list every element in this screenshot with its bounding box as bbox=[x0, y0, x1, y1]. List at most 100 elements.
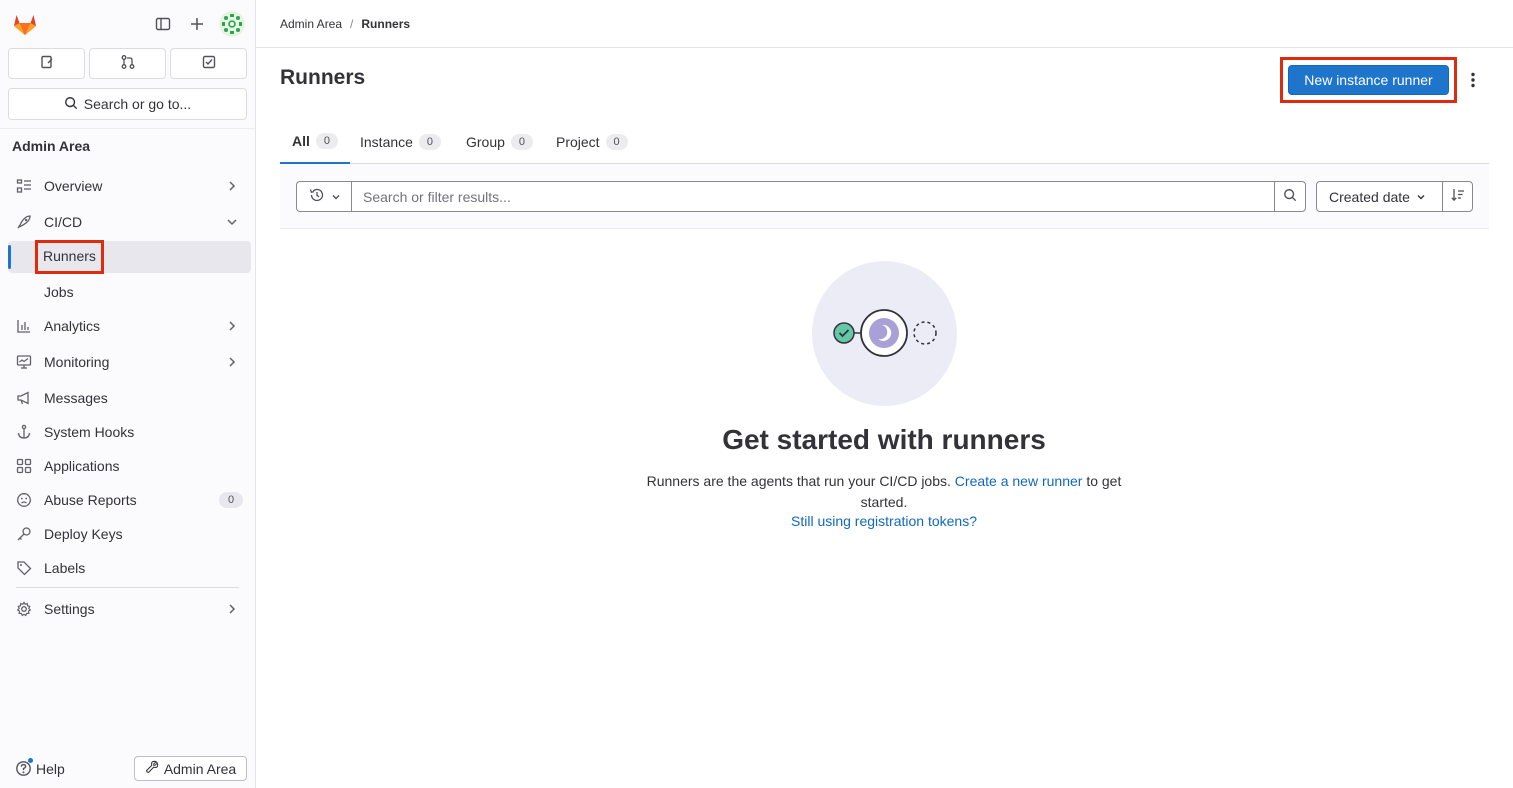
sidebar-item-label: Analytics bbox=[44, 318, 101, 334]
sidebar-item-cicd[interactable]: CI/CD bbox=[8, 206, 251, 238]
sidebar-item-monitoring[interactable]: Monitoring bbox=[8, 346, 251, 378]
todos-shortcut-button[interactable] bbox=[170, 48, 247, 79]
sidebar-divider bbox=[16, 587, 239, 588]
sidebar-item-overview[interactable]: Overview bbox=[8, 170, 251, 202]
more-actions-kebab-icon[interactable] bbox=[1463, 68, 1483, 92]
registration-tokens-link[interactable]: Still using registration tokens? bbox=[584, 513, 1184, 529]
tab-label: Project bbox=[556, 134, 600, 150]
tab-all[interactable]: All 0 bbox=[280, 120, 350, 164]
sidebar: Search or go to... Admin Area Overview C… bbox=[0, 0, 256, 788]
abuse-reports-count-badge: 0 bbox=[219, 492, 243, 508]
sidebar-item-labels[interactable]: Labels bbox=[8, 552, 251, 584]
tab-count-badge: 0 bbox=[315, 133, 338, 149]
search-filter-input[interactable]: Search or filter results... bbox=[351, 181, 1275, 212]
help-label: Help bbox=[36, 760, 65, 777]
chevron-down-icon bbox=[225, 215, 239, 229]
filter-bar: Search or filter results... Created date bbox=[280, 164, 1489, 229]
sort-direction-button[interactable] bbox=[1442, 181, 1473, 212]
sidebar-item-label: Labels bbox=[44, 560, 86, 576]
tab-label: All bbox=[292, 133, 310, 149]
rocket-icon bbox=[16, 214, 32, 230]
new-instance-runner-highlight: New instance runner bbox=[1280, 57, 1457, 103]
megaphone-icon bbox=[16, 390, 32, 406]
admin-area-button[interactable]: Admin Area bbox=[134, 756, 247, 781]
monitor-icon bbox=[16, 354, 32, 370]
overview-icon bbox=[16, 178, 32, 194]
empty-state-desc-text: Runners are the agents that run your CI/… bbox=[646, 473, 955, 489]
sidebar-item-deploy-keys[interactable]: Deploy Keys bbox=[8, 518, 251, 550]
sidebar-item-label: Applications bbox=[44, 458, 120, 474]
page-title: Runners bbox=[280, 66, 366, 89]
applications-grid-icon bbox=[16, 458, 32, 474]
sort-by-dropdown[interactable]: Created date bbox=[1316, 181, 1443, 212]
sidebar-toggle-icon[interactable] bbox=[151, 12, 175, 36]
todo-checkbox-icon bbox=[201, 54, 217, 73]
breadcrumb-separator: / bbox=[350, 17, 354, 31]
anchor-icon bbox=[16, 424, 32, 440]
sidebar-item-runners[interactable]: Runners bbox=[8, 240, 251, 274]
sidebar-item-analytics[interactable]: Analytics bbox=[8, 310, 251, 342]
sidebar-section-title: Admin Area bbox=[12, 138, 91, 154]
new-instance-runner-button[interactable]: New instance runner bbox=[1288, 65, 1449, 95]
top-bar: Admin Area / Runners bbox=[256, 0, 1513, 48]
gitlab-logo-icon[interactable] bbox=[11, 10, 39, 38]
gear-icon bbox=[16, 601, 32, 617]
sidebar-item-jobs[interactable]: Jobs bbox=[8, 276, 251, 308]
issues-icon bbox=[39, 54, 55, 73]
sidebar-item-label: Messages bbox=[44, 390, 108, 406]
tab-count-badge: 0 bbox=[418, 134, 441, 150]
breadcrumb: Admin Area / Runners bbox=[280, 17, 410, 31]
create-new-runner-link[interactable]: Create a new runner bbox=[955, 473, 1083, 489]
search-or-go-to-button[interactable]: Search or go to... bbox=[8, 88, 247, 120]
recent-searches-button[interactable] bbox=[296, 181, 352, 212]
sidebar-item-label: Abuse Reports bbox=[44, 492, 137, 508]
help-question-icon bbox=[15, 758, 33, 777]
sidebar-item-label: System Hooks bbox=[44, 424, 135, 440]
sort-by-label: Created date bbox=[1329, 188, 1410, 205]
search-icon bbox=[64, 96, 78, 113]
user-avatar[interactable] bbox=[219, 11, 245, 37]
tab-instance[interactable]: Instance 0 bbox=[348, 120, 453, 164]
sidebar-item-label: Deploy Keys bbox=[44, 526, 123, 542]
sidebar-item-label: Jobs bbox=[44, 284, 74, 300]
search-or-go-to-label: Search or go to... bbox=[83, 96, 192, 112]
sidebar-item-label: CI/CD bbox=[44, 214, 83, 230]
filter-search-button[interactable] bbox=[1274, 181, 1306, 212]
wrench-icon bbox=[145, 760, 159, 777]
sidebar-item-label: Runners bbox=[35, 240, 104, 274]
chevron-down-icon bbox=[331, 189, 341, 205]
merge-requests-shortcut-button[interactable] bbox=[89, 48, 166, 79]
chart-icon bbox=[16, 318, 32, 334]
history-icon bbox=[309, 187, 325, 206]
sad-face-icon bbox=[16, 492, 32, 508]
chevron-right-icon bbox=[225, 179, 239, 193]
sidebar-item-label: Settings bbox=[44, 601, 95, 617]
breadcrumb-runners[interactable]: Runners bbox=[361, 17, 410, 31]
plus-icon[interactable] bbox=[185, 12, 209, 36]
tab-count-badge: 0 bbox=[605, 134, 628, 150]
key-icon bbox=[16, 526, 32, 542]
chevron-right-icon bbox=[225, 602, 239, 616]
sidebar-item-applications[interactable]: Applications bbox=[8, 450, 251, 482]
sidebar-item-label: Overview bbox=[44, 178, 103, 194]
help-button[interactable]: Help bbox=[15, 758, 65, 777]
runners-empty-illustration bbox=[812, 261, 957, 406]
tab-project[interactable]: Project 0 bbox=[544, 120, 640, 164]
sidebar-item-abuse-reports[interactable]: Abuse Reports 0 bbox=[8, 484, 251, 516]
issues-shortcut-button[interactable] bbox=[8, 48, 85, 79]
sidebar-divider bbox=[0, 128, 255, 129]
empty-state-title: Get started with runners bbox=[722, 424, 1046, 455]
runner-type-tabs: All 0 Instance 0 Group 0 Project 0 bbox=[280, 120, 1489, 164]
merge-request-icon bbox=[120, 54, 136, 73]
tab-label: Instance bbox=[360, 134, 413, 150]
label-tag-icon bbox=[16, 560, 32, 576]
notification-dot bbox=[28, 758, 33, 763]
sidebar-item-messages[interactable]: Messages bbox=[8, 382, 251, 414]
search-icon bbox=[1283, 188, 1297, 205]
chevron-down-icon bbox=[1416, 189, 1426, 205]
tab-group[interactable]: Group 0 bbox=[454, 120, 545, 164]
chevron-right-icon bbox=[225, 319, 239, 333]
sidebar-item-system-hooks[interactable]: System Hooks bbox=[8, 416, 251, 448]
sidebar-item-settings[interactable]: Settings bbox=[8, 593, 251, 625]
breadcrumb-admin-area[interactable]: Admin Area bbox=[280, 17, 342, 31]
